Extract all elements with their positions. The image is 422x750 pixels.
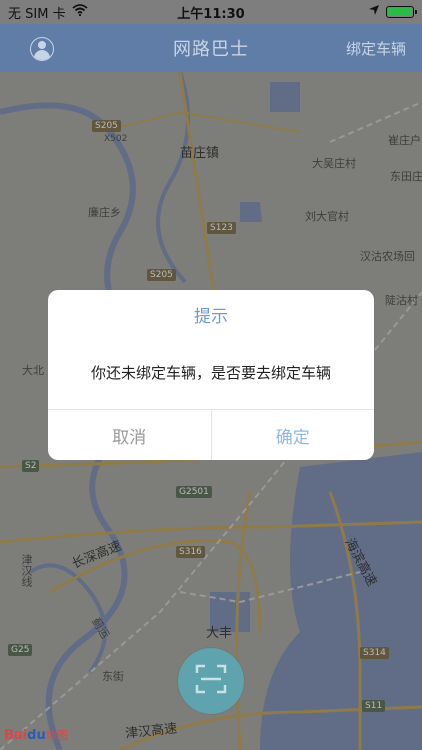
scan-icon (195, 664, 227, 698)
status-right (368, 4, 417, 20)
status-bar: 无 SIM 卡 上午11:30 (0, 0, 422, 24)
status-left: 无 SIM 卡 (8, 3, 88, 22)
user-avatar-icon[interactable] (30, 37, 54, 61)
carrier-label: 无 SIM 卡 (8, 6, 66, 22)
logo-text: du (27, 728, 46, 743)
alert-dialog: 提示 你还未绑定车辆，是否要去绑定车辆 取消 确定 (48, 290, 374, 460)
logo-map-text: 地图 (45, 729, 68, 742)
dialog-title: 提示 (194, 307, 228, 327)
bind-vehicle-button[interactable]: 绑定车辆 (346, 38, 406, 59)
page-title: 网路巴士 (173, 39, 249, 60)
baidu-map-logo: Baidu地图 (4, 727, 68, 743)
dialog-actions: 取消 确定 (48, 409, 374, 460)
nav-bar: 网路巴士 绑定车辆 (0, 24, 422, 72)
dialog-message: 你还未绑定车辆，是否要去绑定车辆 (90, 364, 331, 382)
status-time: 上午11:30 (177, 6, 245, 22)
battery-icon (386, 6, 417, 18)
logo-text: Bai (4, 728, 28, 743)
cancel-button[interactable]: 取消 (48, 410, 212, 460)
confirm-button[interactable]: 确定 (212, 410, 375, 460)
location-arrow-icon (368, 4, 380, 20)
wifi-icon (71, 4, 88, 20)
scan-button[interactable] (178, 648, 244, 714)
